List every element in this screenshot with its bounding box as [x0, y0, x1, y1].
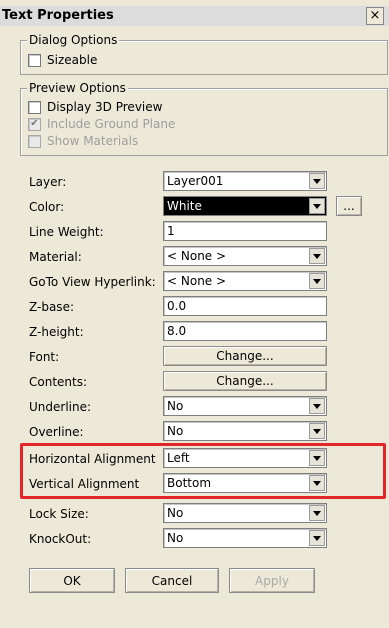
display-3d-preview-box[interactable]	[28, 100, 41, 114]
chevron-down-icon[interactable]	[309, 198, 325, 214]
contents-label: Contents:	[29, 375, 88, 389]
line-weight-label: Line Weight:	[29, 225, 104, 239]
display-3d-preview-label: Display 3D Preview	[47, 100, 163, 114]
overline-label: Overline:	[29, 425, 84, 439]
show-materials-label: Show Materials	[47, 134, 139, 148]
z-base-input[interactable]: 0.0	[163, 296, 327, 316]
ok-button[interactable]: OK	[29, 568, 115, 593]
color-select[interactable]: White	[163, 196, 327, 216]
material-label: Material:	[29, 250, 82, 264]
chevron-down-icon[interactable]	[309, 530, 325, 546]
chevron-down-icon[interactable]	[309, 423, 325, 439]
preview-options-legend: Preview Options	[27, 81, 128, 95]
display-3d-preview-checkbox[interactable]: Display 3D Preview	[28, 100, 162, 114]
checkmark-icon: ✔	[28, 117, 41, 131]
material-select[interactable]: < None >	[163, 246, 327, 266]
apply-button: Apply	[229, 568, 315, 593]
chevron-down-icon[interactable]	[309, 173, 325, 189]
text-properties-window: Text Properties × Dialog Options Sizeabl…	[0, 0, 389, 628]
goto-view-hyperlink-label: GoTo View Hyperlink:	[29, 275, 156, 289]
layer-value: Layer001	[167, 174, 224, 188]
underline-label: Underline:	[29, 400, 92, 414]
sizeable-checkbox[interactable]: Sizeable	[28, 53, 97, 67]
underline-select[interactable]: No	[163, 396, 327, 416]
cancel-button[interactable]: Cancel	[125, 568, 219, 593]
dialog-options-legend: Dialog Options	[27, 33, 120, 47]
z-base-value: 0.0	[167, 299, 187, 313]
include-ground-plane-checkbox: ✔ Include Ground Plane	[28, 117, 175, 131]
font-label: Font:	[29, 350, 60, 364]
knockout-select[interactable]: No	[163, 528, 327, 548]
lock-size-value: No	[167, 506, 184, 520]
underline-value: No	[167, 399, 184, 413]
lock-size-select[interactable]: No	[163, 503, 327, 523]
contents-change-button[interactable]: Change...	[163, 371, 327, 391]
include-ground-plane-label: Include Ground Plane	[47, 117, 176, 131]
layer-label: Layer:	[29, 175, 67, 189]
layer-select[interactable]: Layer001	[163, 171, 327, 191]
chevron-down-icon[interactable]	[309, 398, 325, 414]
title-bar[interactable]: Text Properties ×	[0, 6, 389, 26]
chevron-down-icon[interactable]	[309, 248, 325, 264]
knockout-value: No	[167, 531, 184, 545]
color-value: White	[167, 199, 202, 213]
z-height-value: 8.0	[167, 324, 187, 338]
line-weight-input[interactable]: 1	[163, 221, 327, 241]
close-button[interactable]: ×	[366, 7, 384, 25]
alignment-highlight-box	[20, 443, 386, 499]
goto-view-hyperlink-select[interactable]: < None >	[163, 271, 327, 291]
lock-size-label: Lock Size:	[29, 507, 89, 521]
color-more-button[interactable]: ...	[336, 196, 362, 216]
z-height-input[interactable]: 8.0	[163, 321, 327, 341]
sizeable-label: Sizeable	[47, 53, 98, 67]
chevron-down-icon[interactable]	[309, 505, 325, 521]
overline-select[interactable]: No	[163, 421, 327, 441]
show-materials-box	[28, 134, 41, 148]
goto-view-hyperlink-value: < None >	[167, 274, 227, 288]
font-change-button[interactable]: Change...	[163, 346, 327, 366]
chevron-down-icon[interactable]	[309, 273, 325, 289]
z-base-label: Z-base:	[29, 300, 74, 314]
material-value: < None >	[167, 249, 227, 263]
sizeable-checkbox-box[interactable]	[28, 53, 41, 67]
line-weight-value: 1	[167, 224, 175, 238]
dialog-title: Text Properties	[2, 8, 114, 23]
show-materials-checkbox: Show Materials	[28, 134, 138, 148]
overline-value: No	[167, 424, 184, 438]
color-label: Color:	[29, 200, 65, 214]
knockout-label: KnockOut:	[29, 532, 92, 546]
z-height-label: Z-height:	[29, 325, 84, 339]
